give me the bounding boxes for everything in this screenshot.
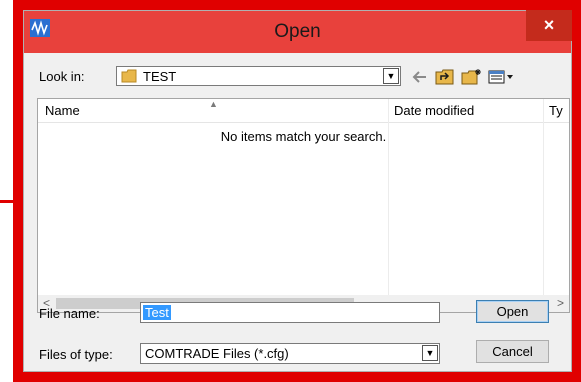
lookin-dropdown[interactable]: TEST ▼ xyxy=(116,66,401,86)
up-folder-icon[interactable] xyxy=(435,68,455,86)
filename-value: Test xyxy=(143,305,171,320)
view-menu-icon[interactable] xyxy=(488,68,514,86)
scroll-right-button[interactable]: > xyxy=(552,295,569,312)
back-arrow-icon[interactable] xyxy=(411,68,429,86)
filetype-label: Files of type: xyxy=(39,347,113,362)
filetype-dropdown-arrow[interactable]: ▼ xyxy=(422,345,438,361)
sort-ascending-icon: ▲ xyxy=(209,99,218,109)
red-highlight-frame: Open × Look in: TEST ▼ Name ▲ Date modif… xyxy=(13,0,581,382)
empty-list-message: No items match your search. xyxy=(220,129,387,144)
cancel-button[interactable]: Cancel xyxy=(476,340,549,363)
filename-label: File name: xyxy=(39,306,100,321)
file-list[interactable]: Name ▲ Date modified Ty No items match y… xyxy=(37,98,570,313)
open-button[interactable]: Open xyxy=(476,300,549,323)
title-bar: Open × xyxy=(24,10,572,53)
column-header-date-modified[interactable]: Date modified xyxy=(388,99,543,123)
red-connector-line xyxy=(0,200,13,203)
open-dialog: Open × Look in: TEST ▼ Name ▲ Date modif… xyxy=(23,10,572,372)
column-header-type[interactable]: Ty xyxy=(543,99,569,123)
dialog-title: Open xyxy=(274,21,321,42)
folder-icon xyxy=(121,69,137,83)
filename-input[interactable]: Test xyxy=(140,302,440,323)
filetype-value: COMTRADE Files (*.cfg) xyxy=(145,346,289,361)
new-folder-icon[interactable] xyxy=(461,68,483,86)
filetype-dropdown[interactable]: COMTRADE Files (*.cfg) ▼ xyxy=(140,343,440,364)
lookin-label: Look in: xyxy=(39,69,85,84)
close-button[interactable]: × xyxy=(526,10,572,41)
lookin-dropdown-arrow[interactable]: ▼ xyxy=(383,68,399,84)
dialog-body: Look in: TEST ▼ Name ▲ Date modified Ty … xyxy=(31,56,570,366)
lookin-value: TEST xyxy=(143,69,177,84)
